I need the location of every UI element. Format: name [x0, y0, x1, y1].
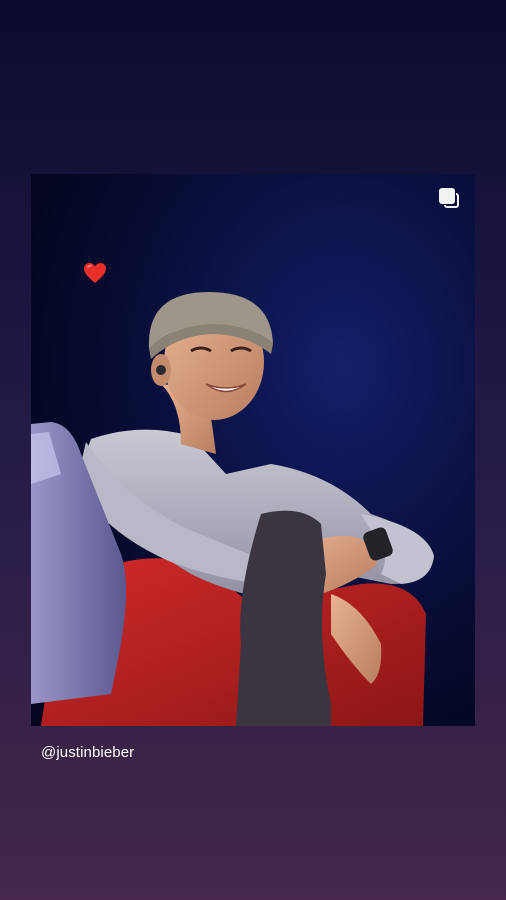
heart-icon — [84, 263, 106, 283]
post-photo — [31, 174, 475, 726]
multiple-posts-icon — [439, 188, 461, 210]
mention-sticker[interactable]: @justinbieber — [41, 744, 134, 761]
shared-post-card[interactable] — [31, 174, 475, 726]
